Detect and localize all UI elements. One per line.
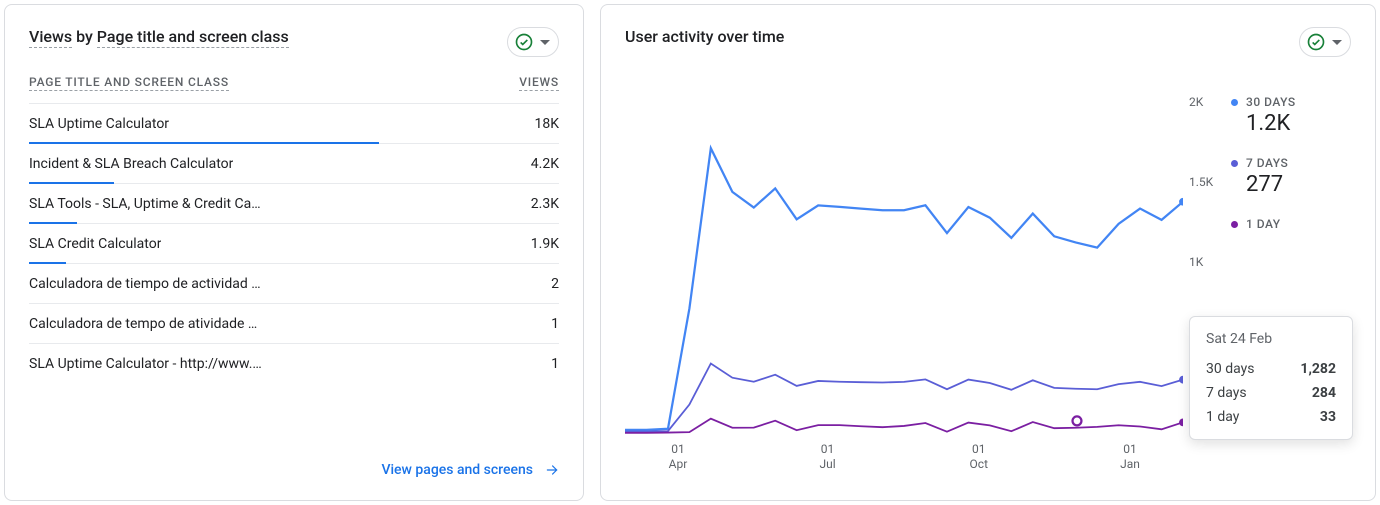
y-tick: 2K xyxy=(1189,95,1221,109)
x-tick: 01 Oct xyxy=(970,442,988,472)
card-footer: View pages and screens xyxy=(29,444,559,478)
table-row[interactable]: SLA Uptime Calculator - http://www.… 1 xyxy=(29,344,559,384)
x-tick: 01 Jan xyxy=(1120,442,1140,472)
x-tick-bottom: Oct xyxy=(970,457,988,472)
table-row[interactable]: Incident & SLA Breach Calculator 4.2K xyxy=(29,144,559,184)
row-value: 2.3K xyxy=(531,196,559,212)
status-chip[interactable] xyxy=(1299,27,1351,57)
dimension-name[interactable]: Page title and screen class xyxy=(97,27,289,48)
y-tick: 1K xyxy=(1189,255,1221,269)
tooltip-row-value: 33 xyxy=(1320,409,1336,425)
check-circle-icon xyxy=(514,32,534,52)
tooltip-row-value: 1,282 xyxy=(1300,361,1336,377)
table-row[interactable]: SLA Tools - SLA, Uptime & Credit Ca… 2.3… xyxy=(29,184,559,224)
tooltip-row-label: 7 days xyxy=(1206,385,1247,401)
x-axis-ticks: 01 Apr 01 Jul 01 Oct 01 Jan xyxy=(625,438,1183,478)
legend-value: 1.2K xyxy=(1246,111,1351,136)
legend-label-text: 7 DAYS xyxy=(1246,156,1288,170)
table-header: PAGE TITLE AND SCREEN CLASS VIEWS xyxy=(29,75,559,104)
tooltip-row-label: 30 days xyxy=(1206,361,1254,377)
user-activity-card: User activity over time 01 Apr 0 xyxy=(600,4,1376,501)
x-tick-top: 01 xyxy=(970,442,988,457)
tooltip-row: 7 days 284 xyxy=(1206,385,1336,401)
x-tick-top: 01 xyxy=(1120,442,1140,457)
check-circle-icon xyxy=(1306,32,1326,52)
card-title: User activity over time xyxy=(625,27,784,46)
table-rows: SLA Uptime Calculator 18K Incident & SLA… xyxy=(29,104,559,384)
row-label: SLA Tools - SLA, Uptime & Credit Ca… xyxy=(29,196,261,212)
line-chart-svg xyxy=(625,75,1183,478)
legend-item-30-days[interactable]: 30 DAYS 1.2K xyxy=(1231,95,1351,136)
chart-plot[interactable]: 01 Apr 01 Jul 01 Oct 01 Jan xyxy=(625,75,1183,478)
legend-dot-icon xyxy=(1231,160,1238,167)
hover-point-marker xyxy=(1073,416,1082,425)
row-label: Calculadora de tiempo de actividad … xyxy=(29,276,261,292)
legend-label-text: 30 DAYS xyxy=(1246,95,1296,109)
legend-dot-icon xyxy=(1231,99,1238,106)
row-label: SLA Uptime Calculator - http://www.… xyxy=(29,356,262,372)
arrow-right-icon xyxy=(545,463,559,477)
row-value: 4.2K xyxy=(531,156,559,172)
row-label: Calculadora de tempo de atividade … xyxy=(29,316,257,332)
card-header: User activity over time xyxy=(625,27,1351,57)
status-chip[interactable] xyxy=(507,27,559,57)
table-row[interactable]: SLA Uptime Calculator 18K xyxy=(29,104,559,144)
views-by-page-title-card: Views by Page title and screen class PAG… xyxy=(4,4,584,501)
tooltip-row-label: 1 day xyxy=(1206,409,1239,425)
legend-item-7-days[interactable]: 7 DAYS 277 xyxy=(1231,156,1351,197)
col-views-header[interactable]: VIEWS xyxy=(519,75,559,91)
card-title: Views by Page title and screen class xyxy=(29,27,289,46)
x-tick-top: 01 xyxy=(819,442,835,457)
row-label: SLA Credit Calculator xyxy=(29,236,161,252)
metric-name[interactable]: Views xyxy=(29,27,72,48)
tooltip-row-value: 284 xyxy=(1312,385,1336,401)
row-label: Incident & SLA Breach Calculator xyxy=(29,156,233,172)
table-row[interactable]: SLA Credit Calculator 1.9K xyxy=(29,224,559,264)
title-by: by xyxy=(72,27,97,46)
col-title-header[interactable]: PAGE TITLE AND SCREEN CLASS xyxy=(29,75,229,91)
row-value: 1 xyxy=(551,356,559,372)
chevron-down-icon xyxy=(1332,40,1342,45)
legend-dot-icon xyxy=(1231,221,1238,228)
row-label: SLA Uptime Calculator xyxy=(29,116,169,132)
card-header: Views by Page title and screen class xyxy=(29,27,559,57)
chevron-down-icon xyxy=(540,40,550,45)
tooltip-row: 30 days 1,282 xyxy=(1206,361,1336,377)
legend-item-1-day[interactable]: 1 DAY xyxy=(1231,217,1351,231)
x-tick-top: 01 xyxy=(669,442,688,457)
y-tick: 1.5K xyxy=(1189,175,1221,189)
row-value: 1 xyxy=(551,316,559,332)
x-tick: 01 Jul xyxy=(819,442,835,472)
x-tick-bottom: Jan xyxy=(1120,457,1140,472)
row-value: 2 xyxy=(551,276,559,292)
view-pages-link[interactable]: View pages and screens xyxy=(381,462,559,478)
row-value: 1.9K xyxy=(531,236,559,252)
row-value: 18K xyxy=(534,116,559,132)
legend-label-text: 1 DAY xyxy=(1246,217,1281,231)
tooltip-date: Sat 24 Feb xyxy=(1206,331,1336,347)
table-row[interactable]: Calculadora de tempo de atividade … 1 xyxy=(29,304,559,344)
tooltip-row: 1 day 33 xyxy=(1206,409,1336,425)
table-row[interactable]: Calculadora de tiempo de actividad … 2 xyxy=(29,264,559,304)
x-tick-bottom: Jul xyxy=(819,457,835,472)
legend-value: 277 xyxy=(1246,172,1351,197)
footer-link-text: View pages and screens xyxy=(381,462,533,478)
x-tick: 01 Apr xyxy=(669,442,688,472)
x-tick-bottom: Apr xyxy=(669,457,688,472)
chart-tooltip: Sat 24 Feb 30 days 1,282 7 days 284 1 da… xyxy=(1189,316,1353,440)
